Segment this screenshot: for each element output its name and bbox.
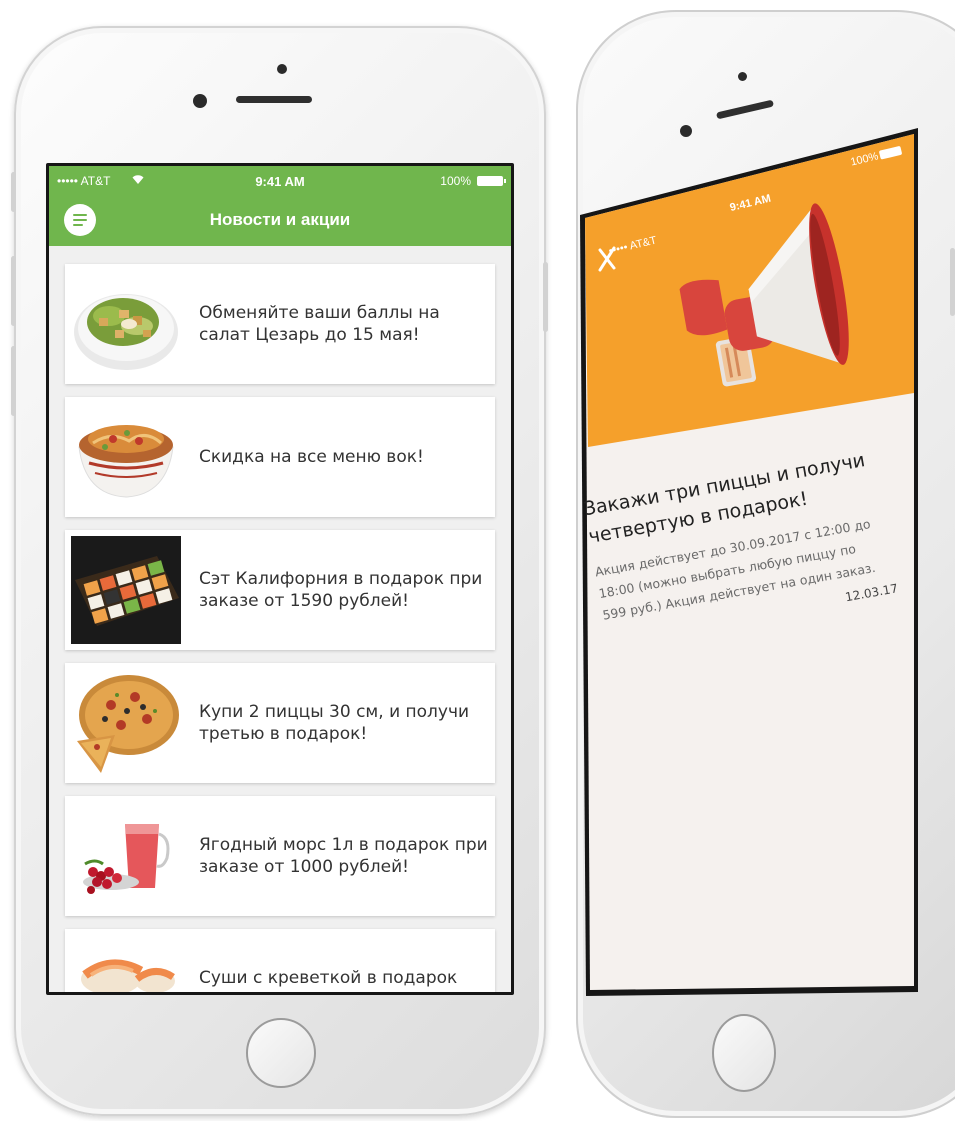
news-card[interactable]: Ягодный морс 1л в подарок при заказе от …: [65, 796, 495, 916]
news-card-text-value: Суши с креветкой в подарок: [199, 968, 458, 988]
volume-up-button: [11, 256, 16, 326]
news-card[interactable]: Скидка на все меню вок!: [65, 397, 495, 517]
news-screen: ••••• AT&T 9:41 AM 100% Новости и акции: [49, 166, 511, 992]
news-card[interactable]: Обменяйте ваши баллы на салат Цезарь до …: [65, 264, 495, 384]
promo-screen: ••••• AT&T 9:41 AM 100% Закажи три пиццы…: [580, 128, 918, 996]
battery-label: 100%: [440, 174, 471, 188]
phone-left: ••••• AT&T 9:41 AM 100% Новости и акции: [11, 26, 548, 1116]
pizza-image: [71, 669, 181, 777]
screen-left: ••••• AT&T 9:41 AM 100% Новости и акции: [46, 163, 514, 995]
news-card[interactable]: Сэт Калифорния в подарок при заказе от 1…: [65, 530, 495, 650]
app-header: ••••• AT&T 9:41 AM 100% Новости и акции: [49, 166, 511, 246]
power-button: [543, 262, 548, 332]
volume-down-button: [11, 346, 16, 416]
status-bar: ••••• AT&T 9:41 AM 100%: [49, 174, 511, 190]
phone-right: ••••• AT&T 9:41 AM 100% Закажи три пиццы…: [574, 10, 955, 1120]
news-card-text: Сэт Калифорния в подарок при заказе от 1…: [199, 569, 483, 611]
news-card[interactable]: Купи 2 пиццы 30 см, и получи третью в по…: [65, 663, 495, 783]
news-card-text: Обменяйте ваши баллы на салат Цезарь до …: [199, 303, 440, 345]
news-card-text: Суши с креветкой в подарок: [199, 929, 489, 992]
home-button[interactable]: [246, 1018, 316, 1088]
shrimp-sushi-image: [71, 935, 181, 992]
page-title: Новости и акции: [209, 210, 351, 229]
earpiece-speaker: [236, 96, 312, 103]
news-list: Обменяйте ваши баллы на салат Цезарь до …: [49, 246, 511, 992]
wok-noodles-image: [71, 403, 181, 511]
news-card[interactable]: Суши с креветкой в подарок: [65, 929, 495, 992]
sushi-set-image: [71, 536, 181, 644]
news-card-text: Скидка на все меню вок!: [199, 447, 424, 467]
news-card-text: Ягодный морс 1л в подарок при заказе от …: [199, 835, 488, 877]
home-button[interactable]: [712, 1014, 776, 1092]
caesar-salad-image: [71, 270, 181, 378]
battery-icon: [477, 176, 506, 186]
mute-switch: [11, 172, 16, 212]
news-card-text: Купи 2 пиццы 30 см, и получи третью в по…: [199, 702, 470, 744]
berry-drink-image: [71, 802, 181, 910]
front-camera: [193, 94, 207, 108]
proximity-sensor: [277, 64, 287, 74]
